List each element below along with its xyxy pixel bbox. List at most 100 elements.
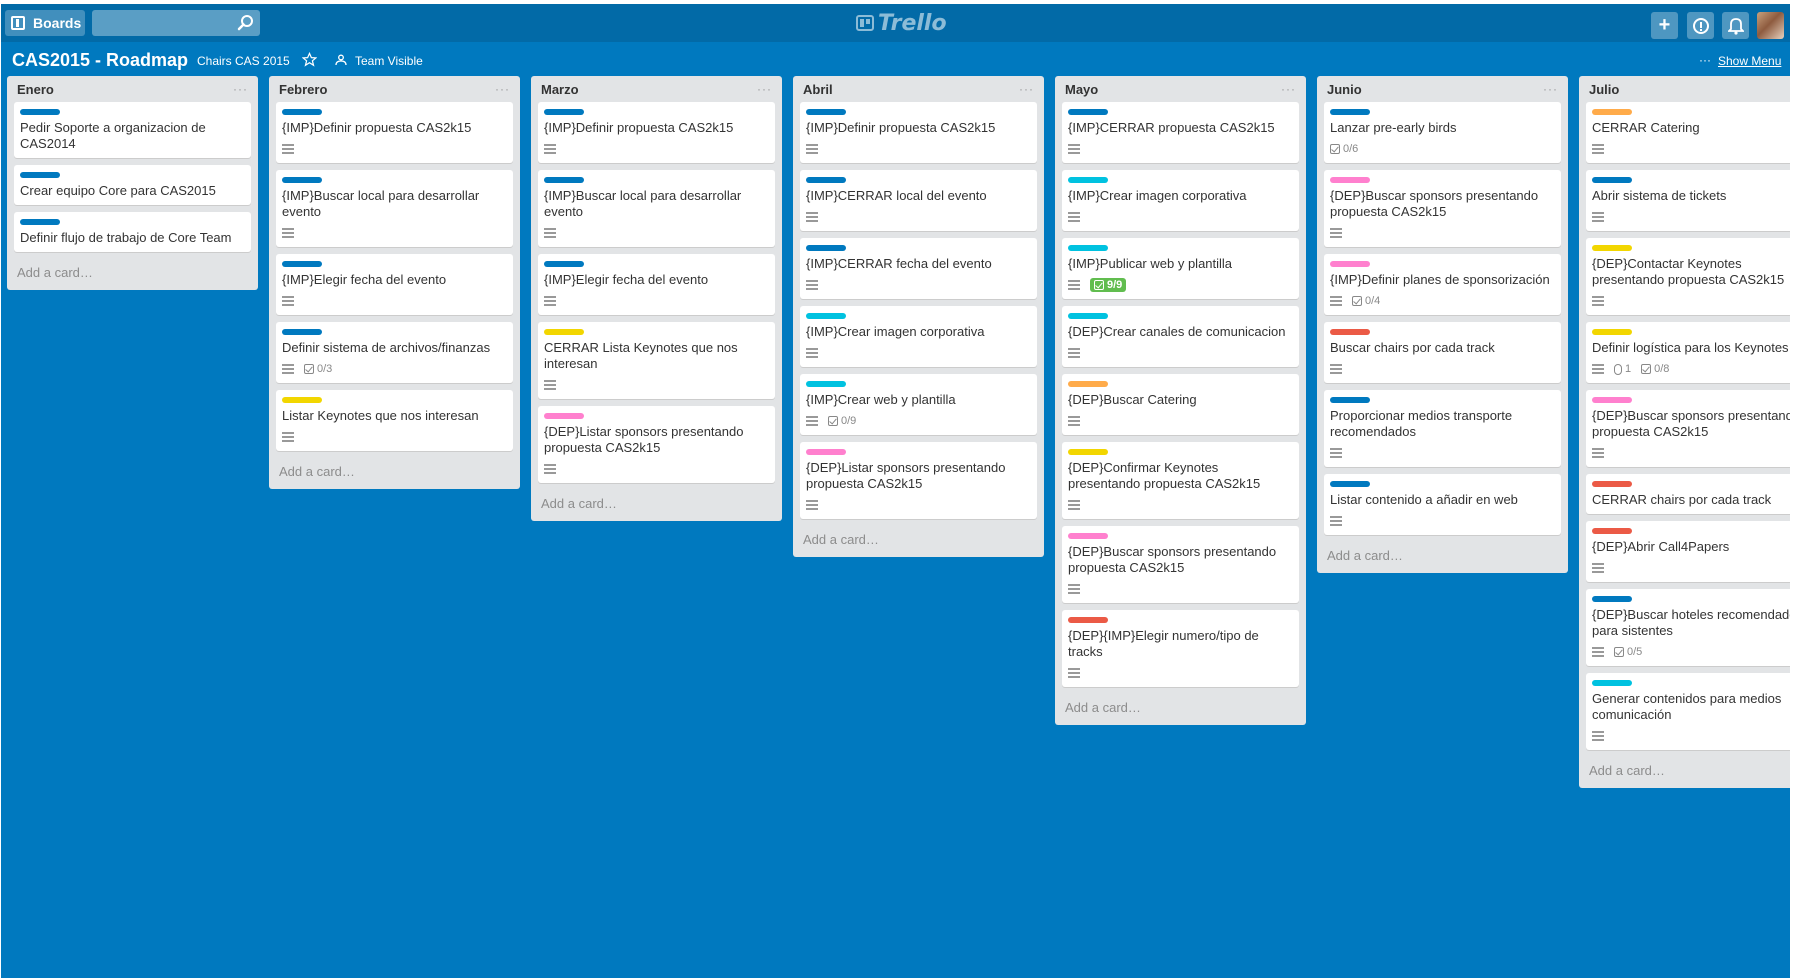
board-title[interactable]: CAS2015 - Roadmap <box>12 50 188 71</box>
card[interactable]: Abrir sistema de tickets <box>1586 170 1790 231</box>
list-title[interactable]: Abril <box>803 82 833 97</box>
description-icon <box>1592 563 1604 573</box>
add-card-link[interactable]: Add a card… <box>1062 694 1299 715</box>
checklist-count: 0/3 <box>317 363 333 375</box>
card[interactable]: CERRAR chairs por cada track <box>1586 474 1790 514</box>
add-card-link[interactable]: Add a card… <box>14 259 251 280</box>
card-badges <box>544 225 769 241</box>
card[interactable]: {DEP}Buscar Catering <box>1062 374 1299 435</box>
add-button[interactable]: + <box>1651 12 1678 39</box>
card[interactable]: Listar contenido a añadir en web <box>1324 474 1561 535</box>
list-menu-icon[interactable]: ··· <box>757 82 772 96</box>
card[interactable]: {DEP}Buscar sponsors presentando propues… <box>1062 526 1299 603</box>
description-icon <box>806 144 818 154</box>
list-menu-icon[interactable]: ··· <box>495 82 510 96</box>
card[interactable]: {DEP}Listar sponsors presentando propues… <box>800 442 1037 519</box>
card[interactable]: {IMP}Crear imagen corporativa <box>800 306 1037 367</box>
boards-button[interactable]: Boards <box>5 10 85 36</box>
list-febrero: Febrero ··· {IMP}Definir propuesta CAS2k15… <box>269 76 520 489</box>
card[interactable]: {IMP}Elegir fecha del evento <box>538 254 775 315</box>
logo-text: Trello <box>878 10 947 36</box>
visibility-button[interactable]: Team Visible <box>355 54 423 68</box>
card[interactable]: {DEP}Buscar hoteles recomendados para si… <box>1586 589 1790 666</box>
card[interactable]: Pedir Soporte a organizacion de CAS2014 <box>14 102 251 158</box>
list-header: Abril ··· <box>800 76 1037 102</box>
card[interactable]: Definir logística para los Keynotes 1 0/8 <box>1586 322 1790 383</box>
list-menu-icon[interactable]: ··· <box>1019 82 1034 96</box>
card[interactable]: {DEP}Contactar Keynotes presentando prop… <box>1586 238 1790 315</box>
card[interactable]: {IMP}Definir planes de sponsorización 0/4 <box>1324 254 1561 315</box>
card[interactable]: {DEP}Abrir Call4Papers <box>1586 521 1790 582</box>
description-icon <box>1068 500 1080 510</box>
info-icon <box>1692 17 1709 34</box>
card[interactable]: Listar Keynotes que nos interesan <box>276 390 513 451</box>
list-title[interactable]: Junio <box>1327 82 1362 97</box>
search-icon[interactable] <box>237 14 255 32</box>
card[interactable]: {IMP}Buscar local para desarrollar event… <box>538 170 775 247</box>
card[interactable]: {IMP}Buscar local para desarrollar event… <box>276 170 513 247</box>
description-icon <box>1068 144 1080 154</box>
card[interactable]: CERRAR Catering <box>1586 102 1790 163</box>
add-card-link[interactable]: Add a card… <box>800 526 1037 547</box>
card[interactable]: Lanzar pre-early birds 0/6 <box>1324 102 1561 163</box>
list-title[interactable]: Mayo <box>1065 82 1098 97</box>
plus-icon: + <box>1658 14 1671 36</box>
card[interactable]: Crear equipo Core para CAS2015 <box>14 165 251 205</box>
card[interactable]: Generar contenidos para medios comunicac… <box>1586 673 1790 750</box>
card[interactable]: {IMP}CERRAR propuesta CAS2k15 <box>1062 102 1299 163</box>
card[interactable]: {IMP}Crear web y plantilla 0/9 <box>800 374 1037 435</box>
card[interactable]: {IMP}Elegir fecha del evento <box>276 254 513 315</box>
card[interactable]: Definir sistema de archivos/finanzas 0/3 <box>276 322 513 383</box>
notifications-button[interactable] <box>1722 12 1749 39</box>
card[interactable]: {DEP}{IMP}Elegir numero/tipo de tracks <box>1062 610 1299 687</box>
list-menu-icon[interactable]: ··· <box>1543 82 1558 96</box>
card-label <box>1068 109 1108 115</box>
trello-logo[interactable]: Trello <box>856 10 947 36</box>
show-menu-link[interactable]: Show Menu <box>1718 54 1781 68</box>
card[interactable]: {DEP}Crear canales de comunicacion <box>1062 306 1299 367</box>
card[interactable]: {IMP}CERRAR fecha del evento <box>800 238 1037 299</box>
list-menu-icon[interactable]: ··· <box>233 82 248 96</box>
search-input[interactable] <box>92 10 260 36</box>
list-title[interactable]: Julio <box>1589 82 1619 97</box>
star-icon[interactable] <box>302 52 317 67</box>
card-badges <box>1068 345 1293 361</box>
user-avatar[interactable] <box>1757 12 1784 39</box>
checklist-badge: 0/6 <box>1330 143 1358 155</box>
more-dots-icon[interactable]: ··· <box>1699 53 1711 67</box>
card-badges <box>1330 445 1555 461</box>
card[interactable]: {IMP}Crear imagen corporativa <box>1062 170 1299 231</box>
card-label <box>1330 177 1370 183</box>
card-label <box>1592 177 1632 183</box>
add-card-link[interactable]: Add a card… <box>276 458 513 479</box>
card-title: {IMP}Definir propuesta CAS2k15 <box>806 120 996 135</box>
list-title[interactable]: Enero <box>17 82 54 97</box>
info-button[interactable] <box>1687 12 1714 39</box>
add-card-link[interactable]: Add a card… <box>1324 542 1561 563</box>
card[interactable]: {IMP}Definir propuesta CAS2k15 <box>538 102 775 163</box>
list-menu-icon[interactable]: ··· <box>1281 82 1296 96</box>
card-badges <box>1330 513 1555 529</box>
card[interactable]: {DEP}Listar sponsors presentando propues… <box>538 406 775 483</box>
card[interactable]: {DEP}Buscar sponsors presentando propues… <box>1586 390 1790 467</box>
board-team[interactable]: Chairs CAS 2015 <box>197 54 290 68</box>
card[interactable]: Proporcionar medios transporte recomenda… <box>1324 390 1561 467</box>
card[interactable]: {DEP}Buscar sponsors presentando propues… <box>1324 170 1561 247</box>
description-icon <box>1068 416 1080 426</box>
add-card-link[interactable]: Add a card… <box>1586 757 1790 778</box>
card[interactable]: {DEP}Confirmar Keynotes presentando prop… <box>1062 442 1299 519</box>
card[interactable]: CERRAR Lista Keynotes que nos interesan <box>538 322 775 399</box>
card-label <box>1068 313 1108 319</box>
card[interactable]: {IMP}Publicar web y plantilla 9/9 <box>1062 238 1299 299</box>
card[interactable]: {IMP}Definir propuesta CAS2k15 <box>276 102 513 163</box>
list-title[interactable]: Febrero <box>279 82 327 97</box>
card[interactable]: {IMP}Definir propuesta CAS2k15 <box>800 102 1037 163</box>
card[interactable]: {IMP}CERRAR local del evento <box>800 170 1037 231</box>
card-title: {DEP}Buscar sponsors presentando propues… <box>1330 188 1539 219</box>
add-card-link[interactable]: Add a card… <box>538 490 775 511</box>
card[interactable]: Definir flujo de trabajo de Core Team <box>14 212 251 252</box>
list-title[interactable]: Marzo <box>541 82 579 97</box>
card-title: {IMP}Elegir fecha del evento <box>544 272 709 287</box>
card-title: Generar contenidos para medios comunicac… <box>1592 691 1782 722</box>
card[interactable]: Buscar chairs por cada track <box>1324 322 1561 383</box>
